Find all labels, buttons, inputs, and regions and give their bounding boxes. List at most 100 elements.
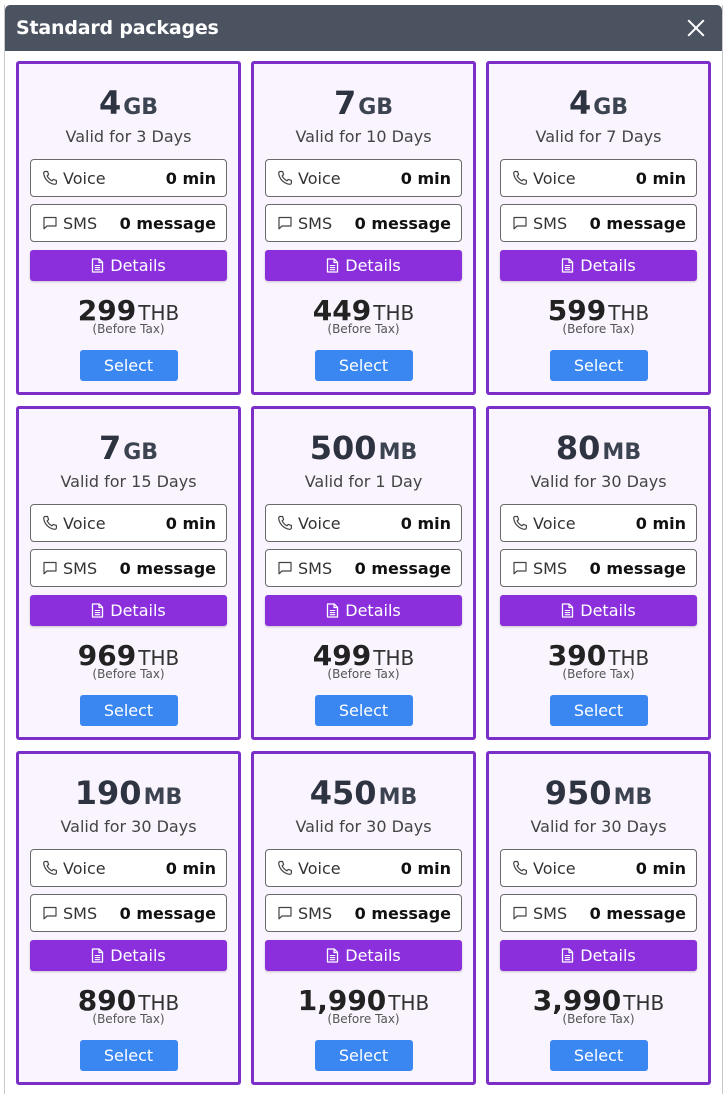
- details-button[interactable]: Details: [265, 595, 462, 626]
- phone-icon: [512, 515, 528, 531]
- sms-value: 0 message: [354, 558, 451, 578]
- package-grid: 4 GB Valid for 3 Days Voice 0 min SMS 0 …: [16, 61, 711, 1085]
- data-amount-unit: MB: [143, 785, 183, 810]
- data-amount: 4 GB: [99, 84, 158, 124]
- tax-note: (Before Tax): [327, 322, 400, 336]
- details-button[interactable]: Details: [30, 595, 227, 626]
- tax-note: (Before Tax): [562, 667, 635, 681]
- data-amount: 7 GB: [99, 429, 158, 469]
- phone-icon: [42, 515, 58, 531]
- sms-info: SMS 0 message: [30, 894, 227, 932]
- document-icon: [326, 258, 339, 273]
- message-icon: [42, 215, 58, 231]
- document-icon: [91, 603, 104, 618]
- data-amount-value: 950: [544, 774, 612, 812]
- package-card: 80 MB Valid for 30 Days Voice 0 min SMS …: [486, 406, 711, 740]
- data-amount-value: 4: [98, 84, 122, 122]
- details-label: Details: [345, 256, 401, 275]
- data-amount: 80 MB: [556, 429, 641, 469]
- sms-label: SMS: [533, 558, 568, 578]
- voice-value: 0 min: [165, 513, 216, 533]
- voice-label: Voice: [533, 168, 576, 188]
- sms-value: 0 message: [354, 213, 451, 233]
- details-label: Details: [345, 601, 401, 620]
- sms-label: SMS: [298, 903, 333, 923]
- voice-label: Voice: [533, 513, 576, 533]
- phone-icon: [512, 860, 528, 876]
- details-button[interactable]: Details: [30, 940, 227, 971]
- document-icon: [326, 603, 339, 618]
- close-icon[interactable]: [684, 16, 708, 40]
- voice-info: Voice 0 min: [500, 504, 697, 542]
- details-button[interactable]: Details: [30, 250, 227, 281]
- sms-value: 0 message: [589, 213, 686, 233]
- message-icon: [512, 215, 528, 231]
- data-amount-value: 7: [98, 429, 122, 467]
- voice-label: Voice: [63, 513, 106, 533]
- voice-label: Voice: [298, 513, 341, 533]
- details-button[interactable]: Details: [500, 595, 697, 626]
- message-icon: [512, 560, 528, 576]
- tax-note: (Before Tax): [92, 667, 165, 681]
- sms-info: SMS 0 message: [265, 894, 462, 932]
- details-label: Details: [110, 946, 166, 965]
- select-button[interactable]: Select: [314, 695, 413, 726]
- packages-dialog: Standard packages 4 GB Valid for 3 Days …: [4, 5, 723, 1094]
- details-button[interactable]: Details: [265, 940, 462, 971]
- phone-icon: [277, 170, 293, 186]
- validity-text: Valid for 3 Days: [65, 127, 192, 146]
- data-amount: 4 GB: [569, 84, 628, 124]
- voice-info: Voice 0 min: [500, 849, 697, 887]
- details-button[interactable]: Details: [500, 250, 697, 281]
- select-button[interactable]: Select: [79, 1040, 178, 1071]
- sms-value: 0 message: [119, 903, 216, 923]
- voice-value: 0 min: [400, 168, 451, 188]
- package-card: 7 GB Valid for 10 Days Voice 0 min SMS 0…: [251, 61, 476, 395]
- data-amount: 190 MB: [75, 774, 182, 814]
- sms-label: SMS: [63, 213, 98, 233]
- document-icon: [561, 258, 574, 273]
- message-icon: [42, 560, 58, 576]
- voice-value: 0 min: [635, 513, 686, 533]
- validity-text: Valid for 10 Days: [295, 127, 432, 146]
- sms-label: SMS: [63, 903, 98, 923]
- validity-text: Valid for 7 Days: [535, 127, 662, 146]
- data-amount-unit: GB: [593, 95, 629, 120]
- select-button[interactable]: Select: [549, 350, 648, 381]
- phone-icon: [42, 170, 58, 186]
- voice-label: Voice: [63, 858, 106, 878]
- document-icon: [91, 258, 104, 273]
- message-icon: [512, 905, 528, 921]
- select-button[interactable]: Select: [549, 1040, 648, 1071]
- details-label: Details: [345, 946, 401, 965]
- select-button[interactable]: Select: [79, 350, 178, 381]
- sms-info: SMS 0 message: [265, 549, 462, 587]
- data-amount-unit: MB: [378, 785, 418, 810]
- data-amount-value: 190: [74, 774, 142, 812]
- data-amount-value: 500: [309, 429, 377, 467]
- select-button[interactable]: Select: [549, 695, 648, 726]
- package-card: 450 MB Valid for 30 Days Voice 0 min SMS…: [251, 751, 476, 1085]
- tax-note: (Before Tax): [92, 322, 165, 336]
- message-icon: [277, 905, 293, 921]
- data-amount-unit: GB: [123, 440, 159, 465]
- voice-label: Voice: [63, 168, 106, 188]
- validity-text: Valid for 30 Days: [530, 472, 667, 491]
- voice-info: Voice 0 min: [265, 504, 462, 542]
- sms-info: SMS 0 message: [30, 549, 227, 587]
- select-button[interactable]: Select: [79, 695, 178, 726]
- data-amount-unit: MB: [602, 440, 642, 465]
- sms-label: SMS: [533, 213, 568, 233]
- details-label: Details: [110, 601, 166, 620]
- details-button[interactable]: Details: [265, 250, 462, 281]
- select-button[interactable]: Select: [314, 350, 413, 381]
- data-amount: 450 MB: [310, 774, 417, 814]
- details-button[interactable]: Details: [500, 940, 697, 971]
- data-amount: 500 MB: [310, 429, 417, 469]
- package-card: 190 MB Valid for 30 Days Voice 0 min SMS…: [16, 751, 241, 1085]
- select-button[interactable]: Select: [314, 1040, 413, 1071]
- voice-info: Voice 0 min: [500, 159, 697, 197]
- document-icon: [561, 948, 574, 963]
- voice-label: Voice: [533, 858, 576, 878]
- sms-label: SMS: [298, 558, 333, 578]
